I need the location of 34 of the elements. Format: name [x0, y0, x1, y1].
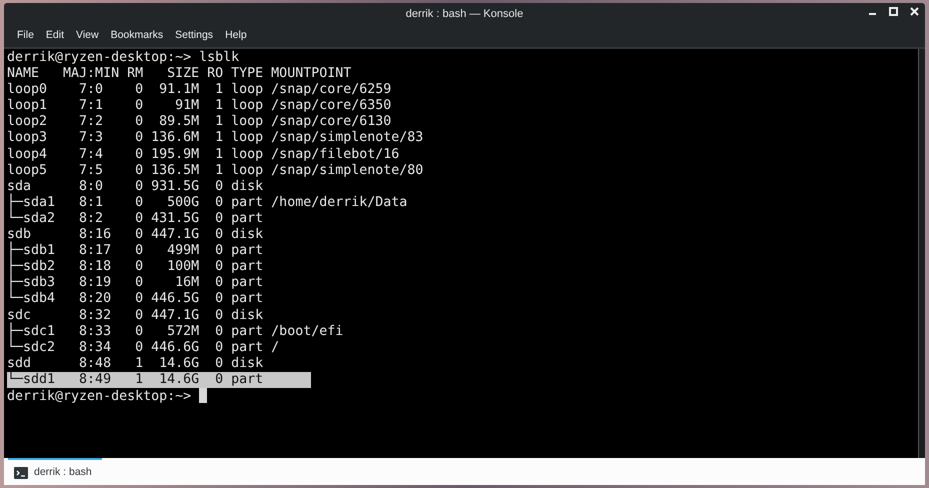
- window-title: derrik : bash — Konsole: [406, 6, 524, 22]
- text-cursor: [199, 388, 208, 403]
- menu-item[interactable]: View: [70, 25, 105, 47]
- terminal-line: sdb 8:16 0 447.1G 0 disk: [7, 227, 264, 242]
- terminal-line: loop4 7:4 0 195.9M 1 loop /snap/filebot/16: [7, 146, 400, 163]
- terminal-line: loop1 7:1 0 91M 1 loop /snap/core/6350: [7, 98, 392, 114]
- menu-item[interactable]: File: [11, 25, 40, 47]
- maximize-icon[interactable]: [889, 7, 898, 16]
- terminal-line: ├─sdb1 8:17 0 499M 0 part: [7, 243, 264, 258]
- menu-item[interactable]: Settings: [169, 25, 220, 47]
- terminal-tab[interactable]: derrik : bash: [8, 458, 102, 485]
- terminal-icon: [14, 466, 28, 478]
- terminal-line: ├─sdc1 8:33 0 572M 0 part /boot/efi: [7, 324, 344, 339]
- scrollbar[interactable]: [918, 49, 925, 458]
- terminal-line: loop5 7:5 0 136.5M 1 loop /snap/simplenote/80: [7, 162, 424, 179]
- terminal-line: NAME MAJ:MIN RM SIZE RO TYPE MOUNTPOINT: [7, 66, 352, 82]
- terminal-line: derrik@ryzen-desktop:~> lsblk: [7, 50, 240, 66]
- terminal-line: sdd 8:48 1 14.6G 0 disk: [7, 356, 264, 371]
- terminal-line: ├─sdb3 8:19 0 16M 0 part: [7, 275, 264, 290]
- terminal-line: └─sdc2 8:34 0 446.6G 0 part /: [7, 340, 280, 356]
- terminal-line: loop0 7:0 0 91.1M 1 loop /snap/core/6259: [7, 82, 392, 98]
- terminal-prompt: derrik@ryzen-desktop:~>: [7, 388, 192, 406]
- terminal-line: sda 8:0 0 931.5G 0 disk: [7, 178, 264, 194]
- terminal-line: ├─sda1 8:1 0 500G 0 part /home/derrik/Data: [7, 194, 408, 210]
- menu-item[interactable]: Bookmarks: [104, 25, 170, 47]
- terminal-line: └─sdb4 8:20 0 446.5G 0 part: [7, 291, 264, 308]
- menu-item[interactable]: Help: [219, 25, 253, 47]
- terminal-line: loop2 7:2 0 89.5M 1 loop /snap/core/6130: [7, 114, 392, 130]
- terminal-line: sdc 8:32 0 447.1G 0 disk: [7, 308, 264, 322]
- close-icon[interactable]: [910, 7, 919, 16]
- terminal-line: loop3 7:3 0 136.6M 1 loop /snap/simplenote/83: [7, 130, 424, 147]
- menu-item[interactable]: Edit: [40, 25, 70, 47]
- terminal-line: ├─sdb2 8:18 0 100M 0 part: [7, 259, 264, 274]
- terminal-line: └─sda2 8:2 0 431.5G 0 part: [7, 210, 264, 228]
